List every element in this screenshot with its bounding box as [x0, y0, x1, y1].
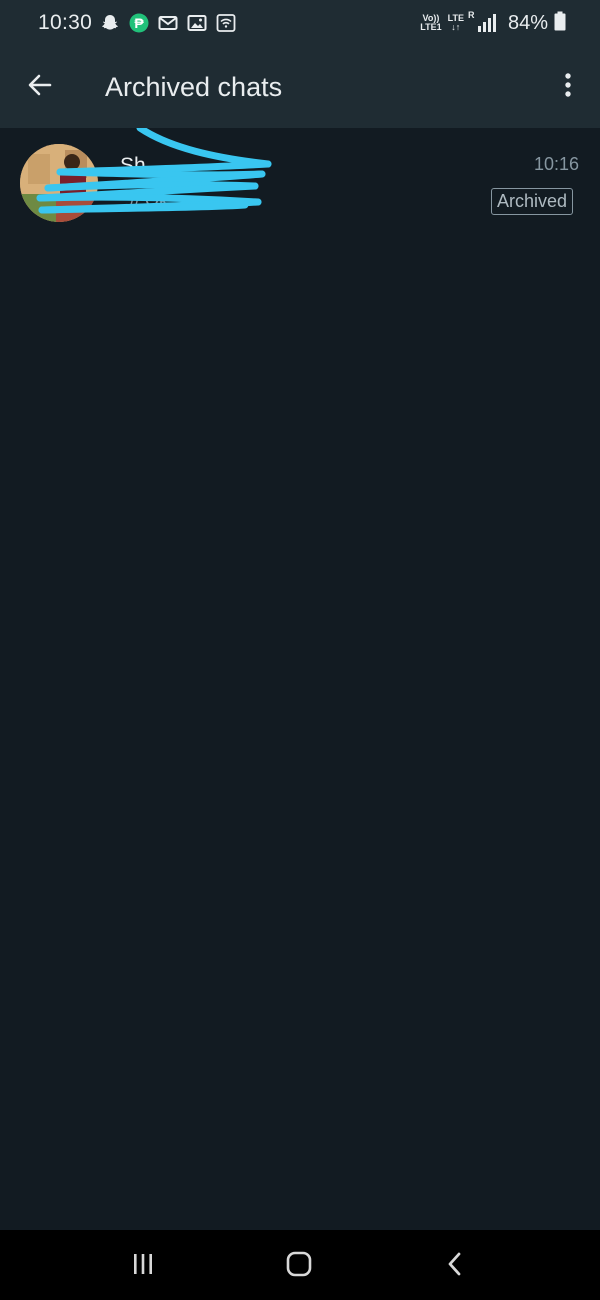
- system-status-icons: Vo)) LTE1 LTE ↓↑ R 84%: [420, 9, 566, 37]
- archived-badge: Archived: [490, 188, 573, 215]
- avatar[interactable]: [20, 144, 98, 222]
- snapchat-icon: [100, 13, 120, 33]
- page-title: Archived chats: [105, 72, 283, 102]
- svg-text:₱: ₱: [134, 15, 144, 31]
- paytm-icon: ₱: [129, 13, 149, 33]
- roaming-label: R: [467, 10, 475, 20]
- archived-chat-list: Sh... // Ok 10:16 Archived: [0, 128, 600, 240]
- home-button[interactable]: [274, 1248, 324, 1284]
- data-arrows-icon: ↓↑: [451, 22, 461, 32]
- chat-time: 10:16: [533, 154, 579, 174]
- app-bar: Archived chats: [0, 46, 600, 128]
- gmail-icon: [158, 13, 178, 33]
- chat-preview: // Ok: [130, 190, 169, 210]
- battery-percent: 84%: [507, 11, 548, 34]
- gallery-icon: [187, 13, 207, 33]
- lte1-label: LTE1: [420, 22, 442, 32]
- wifi-call-icon: [216, 13, 236, 33]
- home-icon: [286, 1251, 312, 1282]
- signal-icon: R: [468, 10, 496, 32]
- status-time: 10:30: [38, 11, 93, 34]
- back-arrow-icon: [26, 71, 54, 104]
- nav-back-button[interactable]: [430, 1248, 480, 1284]
- notification-icons: ₱: [100, 12, 236, 34]
- recent-apps-icon: [131, 1253, 155, 1280]
- recent-apps-button[interactable]: [118, 1248, 168, 1284]
- volte-indicator: Vo)) LTE1: [420, 14, 441, 32]
- navigation-bar: [0, 1230, 600, 1300]
- more-vert-icon: [564, 72, 572, 103]
- lte-indicator: LTE ↓↑: [448, 14, 464, 32]
- more-options-button[interactable]: [550, 66, 586, 108]
- battery-icon: [554, 11, 566, 36]
- status-bar: 10:30 ₱ Vo)) LTE1 LTE ↓↑ R 84%: [0, 0, 600, 46]
- back-button[interactable]: [18, 66, 62, 108]
- chat-row[interactable]: Sh... // Ok 10:16 Archived: [0, 128, 600, 240]
- chat-name: Sh...: [120, 154, 164, 177]
- back-icon: [447, 1252, 463, 1281]
